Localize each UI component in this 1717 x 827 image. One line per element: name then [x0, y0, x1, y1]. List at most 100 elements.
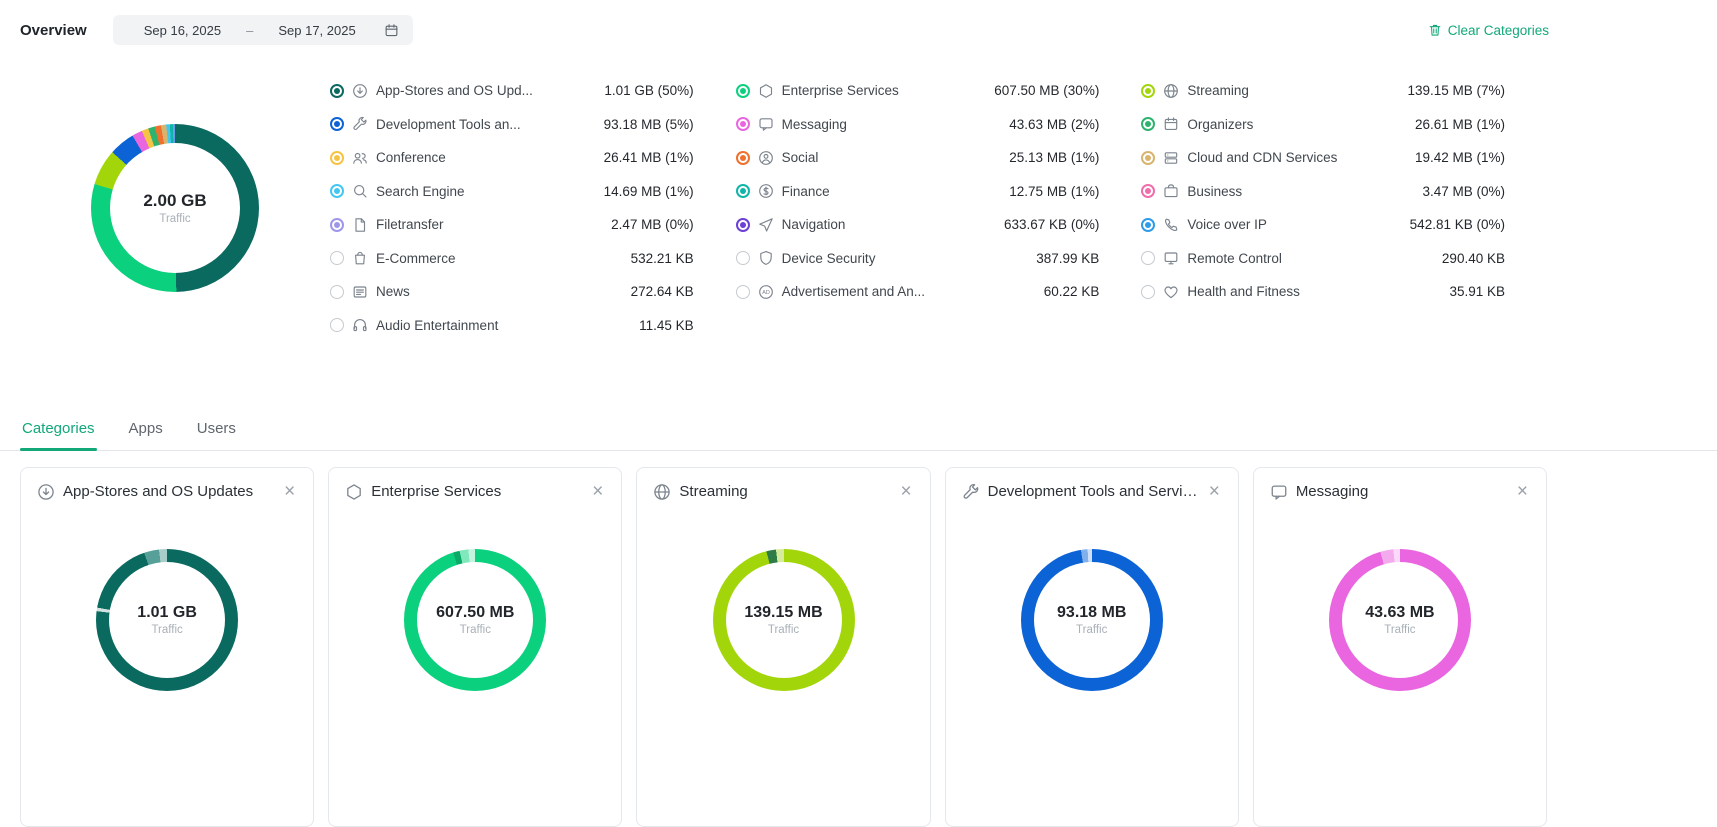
- category-label: Search Engine: [376, 183, 465, 199]
- category-traffic-value: 607.50 MB: [436, 604, 515, 621]
- messaging-icon: [1270, 483, 1288, 501]
- category-color-indicator-empty: [735, 284, 750, 299]
- category-label: Audio Entertainment: [376, 317, 499, 333]
- date-separator: –: [246, 22, 254, 38]
- category-donut-chart[interactable]: 93.18 MB Traffic: [1020, 549, 1163, 691]
- category-value: 60.22 KB: [1043, 284, 1100, 300]
- card-title: Streaming: [679, 483, 748, 500]
- category-donut-chart[interactable]: 607.50 MB Traffic: [404, 549, 547, 691]
- category-color-indicator-empty: [735, 251, 750, 266]
- legend-item[interactable]: Remote Control 290.40 KB: [1141, 242, 1505, 276]
- legend-item[interactable]: Health and Fitness 35.91 KB: [1141, 275, 1505, 309]
- legend-item[interactable]: Voice over IP 542.81 KB (0%): [1141, 208, 1505, 242]
- date-to[interactable]: Sep 17, 2025: [255, 23, 378, 38]
- category-color-indicator: [330, 117, 344, 132]
- category-color-indicator: [1141, 150, 1156, 165]
- header-bar: Overview Sep 16, 2025 – Sep 17, 2025 Cle…: [0, 0, 1717, 60]
- legend-item[interactable]: Conference 26.41 MB (1%): [330, 141, 694, 175]
- category-card: Enterprise Services × 607.50 MB Traffic: [328, 467, 623, 827]
- legend-item[interactable]: Navigation 633.67 KB (0%): [735, 208, 1100, 242]
- legend-item[interactable]: Messaging 43.63 MB (2%): [735, 108, 1100, 142]
- category-donut-chart[interactable]: 43.63 MB Traffic: [1328, 549, 1471, 691]
- legend-item[interactable]: Search Engine 14.69 MB (1%): [330, 175, 694, 209]
- news-icon: [352, 284, 368, 300]
- close-icon[interactable]: ×: [1207, 482, 1222, 501]
- category-traffic-label: Traffic: [1076, 624, 1108, 636]
- category-label: Development Tools an...: [376, 116, 521, 132]
- tab-categories[interactable]: Categories: [20, 412, 97, 451]
- legend-item[interactable]: Finance 12.75 MB (1%): [735, 175, 1099, 209]
- messaging-icon: [758, 116, 774, 132]
- organizers-icon: [1163, 116, 1179, 132]
- category-label: Social: [781, 150, 819, 166]
- category-color-indicator: [330, 184, 344, 199]
- category-value: 607.50 MB (30%): [994, 83, 1100, 99]
- category-donut-chart[interactable]: 139.15 MB Traffic: [712, 549, 855, 691]
- category-value: 43.63 MB (2%): [1009, 116, 1100, 132]
- category-label: Health and Fitness: [1187, 284, 1300, 300]
- category-color-indicator: [330, 83, 344, 98]
- card-header: Development Tools and Services ×: [962, 482, 1222, 501]
- card-header: Enterprise Services ×: [345, 482, 605, 501]
- close-icon[interactable]: ×: [282, 482, 297, 501]
- category-value: 633.67 KB (0%): [1004, 217, 1100, 233]
- category-label: News: [376, 284, 410, 300]
- legend-item[interactable]: News 272.64 KB: [330, 275, 694, 309]
- close-icon[interactable]: ×: [1515, 482, 1530, 501]
- business-icon: [1163, 183, 1179, 199]
- close-icon[interactable]: ×: [590, 482, 605, 501]
- dev-tools-icon: [352, 116, 368, 132]
- legend-item[interactable]: Filetransfer 2.47 MB (0%): [330, 208, 694, 242]
- legend-item[interactable]: Audio Entertainment 11.45 KB: [330, 309, 694, 343]
- legend-item[interactable]: Enterprise Services 607.50 MB (30%): [735, 74, 1100, 108]
- category-label: Cloud and CDN Services: [1187, 150, 1338, 166]
- audio-icon: [352, 317, 368, 333]
- tab-users[interactable]: Users: [195, 412, 238, 450]
- voip-icon: [1163, 217, 1179, 233]
- total-traffic-value: 2.00 GB: [143, 191, 207, 210]
- category-value: 1.01 GB (50%): [604, 83, 694, 99]
- legend-item[interactable]: Organizers 26.61 MB (1%): [1141, 108, 1505, 142]
- streaming-icon: [653, 483, 671, 501]
- legend-item[interactable]: Development Tools an... 93.18 MB (5%): [330, 108, 694, 142]
- category-traffic-value: 43.63 MB: [1365, 604, 1435, 621]
- category-color-indicator: [330, 150, 344, 165]
- category-donut-chart[interactable]: 1.01 GB Traffic: [96, 549, 239, 691]
- close-icon[interactable]: ×: [899, 482, 914, 501]
- category-color-indicator: [1141, 117, 1156, 132]
- card-header: Messaging ×: [1270, 482, 1530, 501]
- legend-item[interactable]: Cloud and CDN Services 19.42 MB (1%): [1141, 141, 1505, 175]
- navigation-icon: [758, 217, 774, 233]
- legend-item[interactable]: App-Stores and OS Upd... 1.01 GB (50%): [330, 74, 694, 108]
- conference-icon: [352, 150, 368, 166]
- category-traffic-label: Traffic: [1384, 624, 1416, 636]
- filetransfer-icon: [352, 217, 368, 233]
- category-traffic-value: 1.01 GB: [137, 604, 197, 621]
- legend-item[interactable]: E-Commerce 532.21 KB: [330, 242, 694, 276]
- legend-item[interactable]: Streaming 139.15 MB (7%): [1141, 74, 1505, 108]
- category-value: 11.45 KB: [639, 317, 694, 333]
- category-value: 35.91 KB: [1449, 284, 1505, 300]
- advertisement-icon: AD: [758, 284, 774, 300]
- ecommerce-icon: [352, 250, 368, 266]
- tab-apps[interactable]: Apps: [127, 412, 165, 450]
- legend-item[interactable]: AD Advertisement and An... 60.22 KB: [735, 275, 1100, 309]
- total-traffic-donut[interactable]: 2.00 GB Traffic: [91, 124, 259, 292]
- category-label: App-Stores and OS Upd...: [376, 83, 533, 99]
- legend-item[interactable]: Business 3.47 MB (0%): [1141, 175, 1505, 209]
- date-from[interactable]: Sep 16, 2025: [121, 23, 244, 38]
- card-title: Enterprise Services: [371, 483, 502, 500]
- category-value: 532.21 KB: [630, 250, 694, 266]
- calendar-icon[interactable]: [379, 23, 405, 38]
- legend-item[interactable]: Social 25.13 MB (1%): [735, 141, 1099, 175]
- category-value: 2.47 MB (0%): [611, 217, 694, 233]
- category-color-indicator: [735, 184, 750, 199]
- category-cards: App-Stores and OS Updates × 1.01 GB Traffic…: [0, 451, 1717, 827]
- svg-text:AD: AD: [762, 290, 770, 296]
- category-value: 26.41 MB (1%): [603, 150, 694, 166]
- legend-item[interactable]: Device Security 387.99 KB: [735, 242, 1099, 276]
- donut-center: 93.18 MB Traffic: [1021, 549, 1163, 691]
- clear-categories-button[interactable]: Clear Categories: [1428, 23, 1549, 38]
- device-security-icon: [758, 250, 774, 266]
- date-range-picker[interactable]: Sep 16, 2025 – Sep 17, 2025: [112, 15, 413, 45]
